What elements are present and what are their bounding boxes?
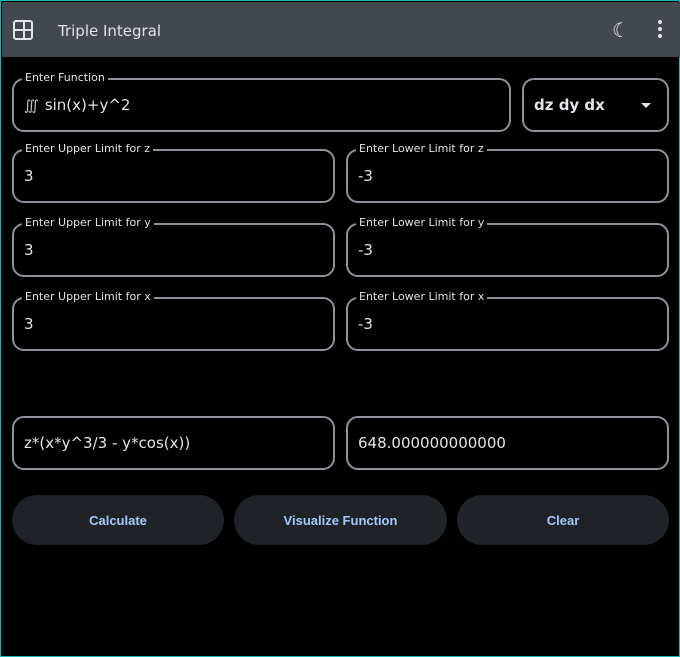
clear-button[interactable]: Clear [457,495,669,545]
y-upper-value: 3 [24,241,34,259]
triple-integral-icon: ∭ [24,98,39,114]
x-upper-label: Enter Upper Limit for x [22,290,154,303]
function-label: Enter Function [22,71,108,84]
y-lower-label: Enter Lower Limit for y [356,216,488,229]
calculate-button[interactable]: Calculate [12,495,224,545]
dropdown-arrow-icon [641,103,651,108]
integration-order-dropdown[interactable]: dz dy dx [522,78,669,132]
z-upper-label: Enter Upper Limit for z [22,142,153,155]
result-output[interactable]: 648.000000000000 [346,416,669,470]
order-value: dz dy dx [534,96,605,114]
calculator-icon [13,20,33,40]
z-lower-value: -3 [358,167,373,185]
function-input[interactable]: Enter Function ∭ sin(x)+y^2 [12,71,511,132]
antiderivative-output[interactable]: z*(x*y^3/3 - y*cos(x)) [12,416,335,470]
visualize-function-button[interactable]: Visualize Function [234,495,447,545]
app-bar: Triple Integral ☾ [2,2,680,57]
function-value: sin(x)+y^2 [44,96,131,114]
antiderivative-value: z*(x*y^3/3 - y*cos(x)) [24,434,191,452]
x-upper-value: 3 [24,315,34,333]
z-upper-input[interactable]: Enter Upper Limit for z 3 [12,142,335,203]
result-value: 648.000000000000 [358,434,506,452]
x-lower-label: Enter Lower Limit for x [356,290,488,303]
y-lower-input[interactable]: Enter Lower Limit for y -3 [346,216,669,277]
z-upper-value: 3 [24,167,34,185]
x-lower-input[interactable]: Enter Lower Limit for x -3 [346,290,669,351]
y-upper-label: Enter Upper Limit for y [22,216,154,229]
app-window: Triple Integral ☾ Enter Function ∭ sin(x)… [0,0,680,657]
x-upper-input[interactable]: Enter Upper Limit for x 3 [12,290,335,351]
more-vert-icon[interactable] [653,18,667,42]
moon-icon[interactable]: ☾ [612,18,630,42]
z-lower-input[interactable]: Enter Lower Limit for z -3 [346,142,669,203]
y-upper-input[interactable]: Enter Upper Limit for y 3 [12,216,335,277]
x-lower-value: -3 [358,315,373,333]
z-lower-label: Enter Lower Limit for z [356,142,487,155]
y-lower-value: -3 [358,241,373,259]
page-title: Triple Integral [58,22,162,40]
